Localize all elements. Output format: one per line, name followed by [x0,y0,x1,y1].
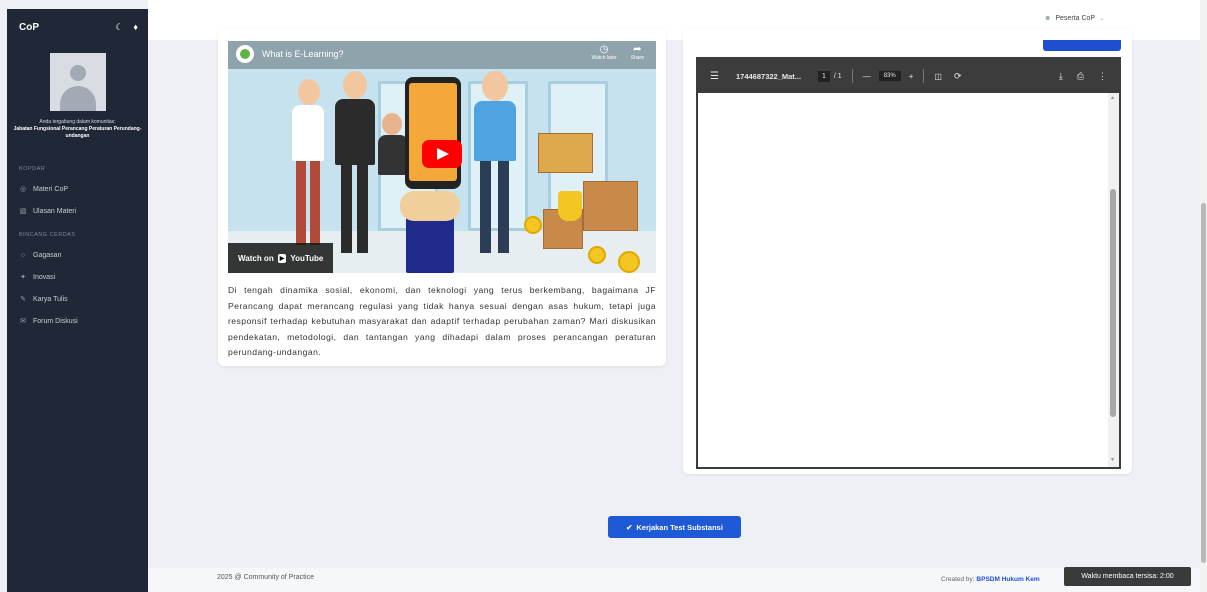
pdf-filename: 1744687322_Mat... [736,71,802,81]
sidebar-item-karya-tulis[interactable]: ✎ Karya Tulis [7,288,148,310]
download-icon[interactable]: ⤓ [1059,71,1063,82]
sidebar-item-label: Karya Tulis [33,295,68,303]
video-actions: ◷ Watch later ➦ Share [592,44,644,61]
sidebar-item-materi-cop[interactable]: ◎ Materi CoP [7,178,148,200]
star-icon: ✦ [20,274,26,281]
sidebar-item-label: Forum Diskusi [33,317,78,325]
user-label: Peserta CoP [1055,15,1096,22]
sidebar-item-ulasan-materi[interactable]: ▧ Ulasan Materi [7,200,148,222]
sidebar-item-label: Gagasan [33,251,62,259]
video-box [538,133,593,173]
scroll-down-icon[interactable]: ▼ [1110,457,1115,463]
sidebar: CoP ☾ ♦ Anda tergabung dalam komunitas: … [7,9,148,592]
download-material-button[interactable] [1043,40,1121,51]
sidebar-item-forum-diskusi[interactable]: ✉ Forum Diskusi [7,310,148,332]
pdf-scrollbar[interactable]: ▲ ▼ [1108,93,1119,467]
pen-check-icon: ✔ [626,522,633,532]
page-total: / 1 [833,72,842,80]
pdf-viewer[interactable]: ☰ 1744687322_Mat... 1 / 1 — 83% + ◫ ⟳ ⤓ … [696,57,1121,469]
book-icon: ◎ [19,186,27,193]
pdf-page [698,93,1108,467]
watch-on-youtube-link[interactable]: Watch on ▶ YouTube [228,243,334,273]
video-coin [588,246,606,264]
video-coin [524,216,542,234]
zoom-level[interactable]: 83% [878,71,901,81]
start-test-label: Kerjakan Test Substansi [636,522,723,532]
share-icon: ➦ [633,44,642,55]
sidebar-item-label: Inovasi [33,273,56,281]
page-scrollbar[interactable] [1200,0,1207,592]
chevron-down-icon: ⌄ [1099,16,1105,22]
video-figure [288,79,328,249]
video-figure [378,113,408,203]
video-trophy [558,191,582,221]
footer-credit-link[interactable]: BPSDM Hukum Kem [976,576,1039,583]
zoom-in-icon[interactable]: + [909,72,914,81]
scroll-up-icon[interactable]: ▲ [1110,95,1115,101]
chat-icon: ✉ [20,318,26,325]
brand-name: CoP [19,21,39,33]
material-card: What is E-Learning? ◷ Watch later ➦ Share … [218,28,666,366]
sidebar-item-label: Ulasan Materi [33,207,77,215]
footer-copyright: 2025 @ Community of Practice [217,574,314,581]
sidebar-brand: CoP ☾ ♦ [7,9,148,45]
bulb-icon: ○ [20,251,26,259]
zoom-out-icon[interactable]: — [863,72,871,81]
video-embed[interactable]: What is E-Learning? ◷ Watch later ➦ Share … [228,41,656,273]
video-figure [333,71,377,255]
video-figure [400,191,460,273]
youtube-logo-icon: ▶ [277,253,287,263]
fit-page-icon[interactable]: ◫ [934,72,942,81]
menu-icon[interactable]: ☰ [710,71,730,82]
rotate-icon[interactable]: ⟳ [954,71,962,82]
moon-icon[interactable]: ☾ [115,22,123,33]
play-icon [437,148,449,160]
share-button[interactable]: ➦ Share [631,44,644,61]
reading-timer-toast: Waktu membaca tersisa: 2:00 [1064,567,1191,586]
video-phone [405,77,461,189]
chart-icon: ▧ [19,208,27,215]
sidebar-item-label: Materi CoP [33,185,69,193]
avatar [49,53,106,111]
video-box [583,181,638,231]
pen-icon: ✎ [20,296,26,303]
start-test-button[interactable]: ✔ Kerjakan Test Substansi [608,516,741,538]
user-icon: ☻ [1044,15,1052,22]
video-figure [472,71,518,257]
footer-credit: Created by: BPSDM Hukum Kem [941,576,1040,583]
video-coin [618,251,640,273]
video-title-bar[interactable]: What is E-Learning? [236,45,344,63]
material-description: Di tengah dinamika sosial, ekonomi, dan … [228,285,656,357]
watch-on-label: Watch on [238,253,274,263]
bell-icon[interactable]: ♦ [133,22,138,33]
footer-credit-prefix: Created by: [941,576,975,583]
watch-later-button[interactable]: ◷ Watch later [592,44,617,61]
page-number-input[interactable]: 1 [818,70,830,82]
youtube-label: YouTube [290,253,324,263]
sidebar-item-inovasi[interactable]: ✦ Inovasi [7,266,148,288]
clock-icon: ◷ [599,44,609,55]
pdf-scrollbar-thumb[interactable] [1110,189,1116,417]
print-icon[interactable]: ⎙ [1077,71,1084,82]
community-info: Anda tergabung dalam komunitas: Jabatan … [7,111,148,140]
community-prefix: Anda tergabung dalam komunitas: [39,119,116,125]
community-name: Jabatan Fungsional Perancang Peraturan P… [13,126,142,139]
scrollbar-thumb[interactable] [1201,203,1206,563]
pdf-toolbar: ☰ 1744687322_Mat... 1 / 1 — 83% + ◫ ⟳ ⤓ … [698,59,1119,93]
video-title: What is E-Learning? [262,49,344,59]
more-options-icon[interactable]: ⋮ [1098,71,1107,82]
sidebar-item-gagasan[interactable]: ○ Gagasan [7,244,148,266]
play-button[interactable] [422,140,462,168]
user-menu[interactable]: ☻ Peserta CoP ⌄ [1044,15,1104,22]
channel-logo-icon [236,45,254,63]
